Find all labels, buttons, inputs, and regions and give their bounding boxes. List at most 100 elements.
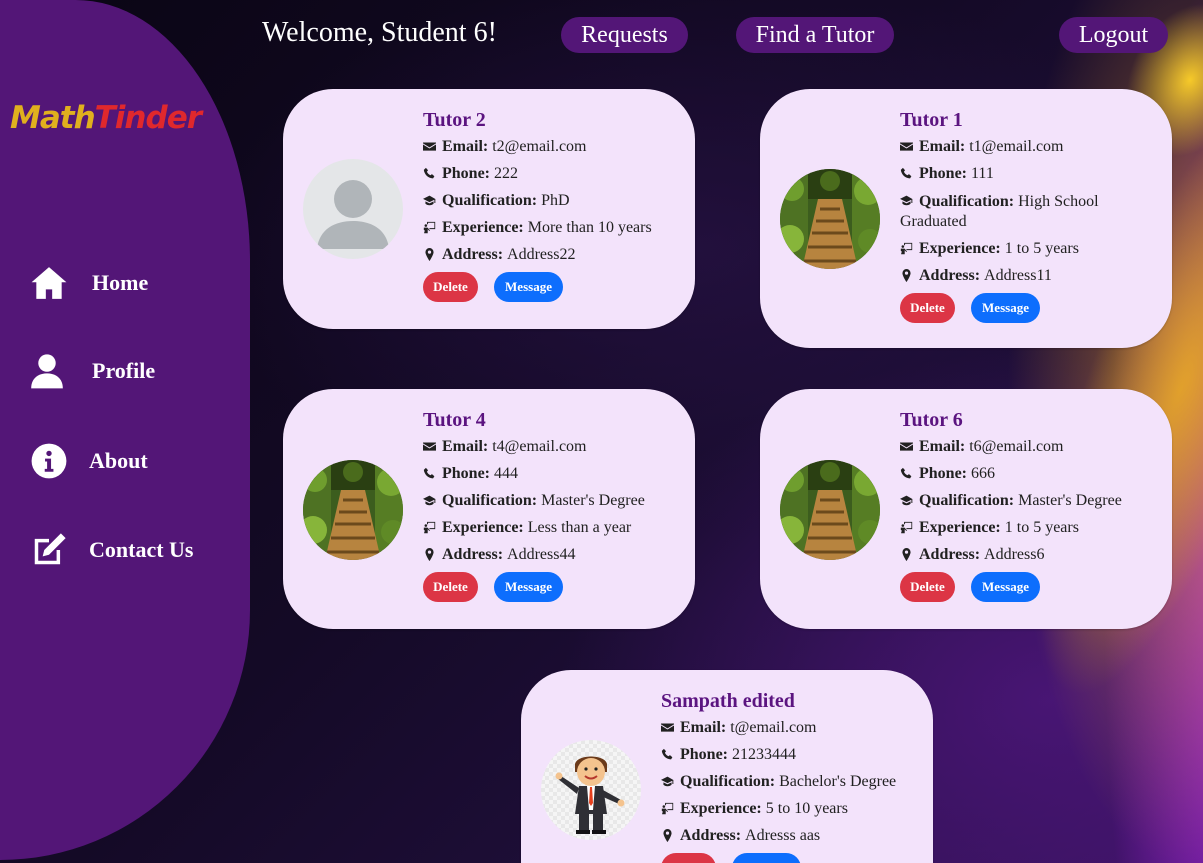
qualification-value: Master's Degree [541, 492, 645, 509]
address-label: Address: [442, 546, 504, 563]
message-button[interactable]: Message [971, 293, 1040, 323]
teacher-board-icon [900, 521, 913, 534]
qualification-label: Qualification: [919, 492, 1015, 509]
email-row: Email: t6@email.com [900, 437, 1156, 457]
graduation-cap-icon [900, 494, 913, 507]
experience-label: Experience: [919, 240, 1001, 257]
envelope-icon [423, 440, 436, 453]
email-label: Email: [919, 138, 966, 155]
tutor-name: Sampath edited [661, 690, 795, 712]
teacher-board-icon [900, 242, 913, 255]
phone-value: 222 [494, 165, 518, 182]
requests-button[interactable]: Requests [561, 17, 688, 53]
envelope-icon [423, 140, 436, 153]
phone-row: Phone: 222 [423, 164, 679, 184]
sidebar-item-label: Contact Us [89, 537, 194, 562]
find-tutor-button[interactable]: Find a Tutor [736, 17, 894, 53]
delete-button[interactable]: Delete [900, 293, 955, 323]
phone-value: 21233444 [732, 746, 796, 763]
phone-row: Phone: 111 [900, 164, 1156, 184]
delete-button[interactable]: Delete [423, 272, 478, 302]
sidebar-item-about[interactable]: About [30, 442, 148, 480]
delete-button[interactable]: Delete [423, 572, 478, 602]
message-button[interactable]: Message [732, 853, 801, 863]
email-label: Email: [680, 719, 727, 736]
phone-label: Phone: [442, 465, 490, 482]
address-value: Address6 [984, 546, 1045, 563]
graduation-cap-icon [423, 494, 436, 507]
address-row: Address: Address22 [423, 245, 679, 265]
message-button[interactable]: Message [494, 572, 563, 602]
qualification-value: Master's Degree [1018, 492, 1122, 509]
logo-tinder-text: Tinder [94, 100, 202, 136]
experience-row: Experience: More than 10 years [423, 218, 679, 238]
info-circle-icon [31, 443, 67, 479]
experience-row: Experience: Less than a year [423, 518, 679, 538]
sidebar-item-home[interactable]: Home [30, 264, 148, 302]
sidebar-item-label: Home [92, 270, 149, 295]
teacher-board-icon [423, 221, 436, 234]
qualification-row: Qualification: Bachelor's Degree [661, 772, 917, 792]
map-pin-icon [423, 248, 436, 261]
delete-button[interactable]: Delete [900, 572, 955, 602]
phone-value: 444 [494, 465, 518, 482]
tutor-card: Tutor 2 Email: t2@email.com Phone: 222 Qua… [283, 89, 695, 329]
tutor-name: Tutor 4 [423, 409, 486, 431]
edit-square-icon [34, 533, 66, 565]
cartoon-businessman-avatar-image [541, 740, 641, 840]
phone-icon [423, 167, 436, 180]
email-row: Email: t4@email.com [423, 437, 679, 457]
tutor-info: Tutor 6 Email: t6@email.com Phone: 666 Qua… [900, 409, 1156, 602]
forest-path-avatar-image [780, 460, 880, 560]
sidebar-item-label: Profile [92, 358, 156, 383]
qualification-label: Qualification: [919, 193, 1015, 210]
envelope-icon [900, 440, 913, 453]
forest-path-avatar-image [780, 169, 880, 269]
message-button[interactable]: Message [971, 572, 1040, 602]
experience-label: Experience: [442, 219, 524, 236]
email-value: t2@email.com [492, 138, 587, 155]
email-row: Email: t1@email.com [900, 137, 1156, 157]
phone-icon [423, 467, 436, 480]
email-value: t@email.com [730, 719, 817, 736]
address-label: Address: [919, 546, 981, 563]
sidebar-item-contact-us[interactable]: Contact Us [30, 531, 194, 569]
sidebar-item-profile[interactable]: Profile [28, 352, 155, 390]
email-row: Email: t2@email.com [423, 137, 679, 157]
phone-icon [900, 467, 913, 480]
envelope-icon [900, 140, 913, 153]
address-value: Address22 [507, 246, 576, 263]
experience-label: Experience: [442, 519, 524, 536]
tutor-name: Tutor 2 [423, 109, 486, 131]
envelope-icon [661, 721, 674, 734]
experience-value: More than 10 years [527, 219, 652, 236]
logout-button[interactable]: Logout [1059, 17, 1168, 53]
home-icon [31, 267, 67, 299]
graduation-cap-icon [661, 775, 674, 788]
qualification-value: Bachelor's Degree [779, 773, 897, 790]
experience-row: Experience: 5 to 10 years [661, 799, 917, 819]
graduation-cap-icon [423, 194, 436, 207]
message-button[interactable]: Message [494, 272, 563, 302]
map-pin-icon [900, 269, 913, 282]
phone-icon [900, 167, 913, 180]
email-label: Email: [442, 438, 489, 455]
qualification-row: Qualification: PhD [423, 191, 679, 211]
logo-math-text: Math [10, 100, 96, 136]
graduation-cap-icon [900, 194, 913, 207]
tutor-card: Tutor 6 Email: t6@email.com Phone: 666 Qua… [760, 389, 1172, 629]
qualification-label: Qualification: [442, 192, 538, 209]
qualification-label: Qualification: [442, 492, 538, 509]
experience-label: Experience: [919, 519, 1001, 536]
tutor-info: Tutor 1 Email: t1@email.com Phone: 111 Qua… [900, 109, 1156, 323]
phone-label: Phone: [919, 165, 967, 182]
qualification-row: Qualification: High School Graduated [900, 191, 1156, 232]
delete-button[interactable]: Delete [661, 853, 716, 863]
app-logo[interactable]: MathTinder [10, 100, 202, 136]
map-pin-icon [900, 548, 913, 561]
qualification-row: Qualification: Master's Degree [900, 491, 1156, 511]
sidebar: MathTinder Home Profile About Contact Us [0, 0, 250, 860]
email-label: Email: [442, 138, 489, 155]
address-label: Address: [442, 246, 504, 263]
address-label: Address: [680, 827, 742, 844]
